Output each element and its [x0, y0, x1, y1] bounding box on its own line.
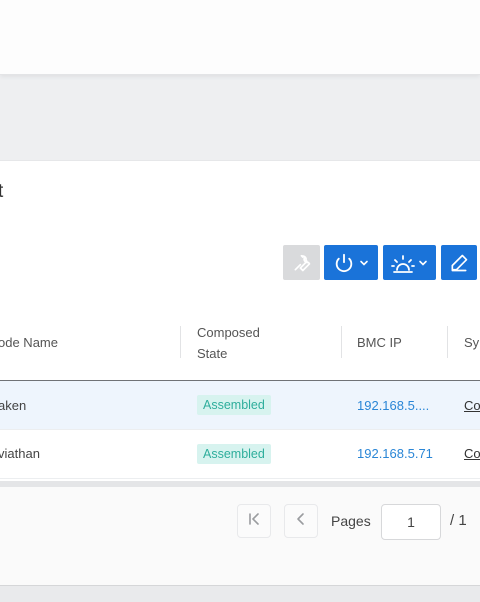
pencil-icon	[449, 253, 469, 273]
indicator-light-dropdown-button[interactable]	[383, 245, 436, 280]
page-number-input[interactable]	[381, 504, 441, 540]
power-icon	[333, 252, 355, 274]
status-badge: Assembled	[197, 444, 271, 464]
chevron-down-icon	[418, 258, 428, 268]
node-name-cell: viathan	[0, 446, 40, 461]
panel-header: t	[0, 160, 480, 224]
indicator-light-icon	[391, 252, 415, 274]
table-row[interactable]: viathan Assembled 192.168.5.71 Co	[0, 430, 480, 479]
column-divider	[341, 326, 342, 358]
power-dropdown-button[interactable]	[324, 245, 378, 280]
tools-button[interactable]	[283, 245, 320, 280]
system-link[interactable]: Co	[464, 444, 480, 464]
pages-label: Pages	[331, 513, 371, 529]
toolbar	[0, 245, 480, 281]
column-header-composed-state[interactable]: Composed State	[197, 322, 287, 364]
total-pages: / 1	[450, 512, 467, 529]
panel-title: t	[0, 181, 4, 202]
column-divider	[447, 326, 448, 358]
bmc-ip-link[interactable]: 192.168.5.71	[357, 444, 433, 464]
column-header-system[interactable]: Sy	[464, 332, 479, 353]
system-link[interactable]: Co	[464, 396, 480, 416]
top-bar	[0, 0, 480, 75]
footer-edge	[0, 585, 480, 602]
first-page-button[interactable]	[237, 504, 271, 538]
node-name-cell: aken	[0, 398, 27, 413]
first-page-icon	[246, 511, 262, 532]
previous-page-button[interactable]	[284, 504, 318, 538]
chevron-down-icon	[359, 258, 369, 268]
edit-button[interactable]	[441, 245, 477, 280]
wrench-icon	[292, 253, 312, 273]
table-row[interactable]: aken Assembled 192.168.5.... Co	[0, 381, 480, 430]
column-header-node-name[interactable]: ode Name	[0, 332, 58, 353]
column-divider	[180, 326, 181, 358]
status-badge: Assembled	[197, 395, 271, 415]
bmc-ip-link[interactable]: 192.168.5....	[357, 396, 429, 416]
chevron-left-icon	[293, 511, 309, 532]
column-header-bmc-ip[interactable]: BMC IP	[357, 332, 402, 353]
